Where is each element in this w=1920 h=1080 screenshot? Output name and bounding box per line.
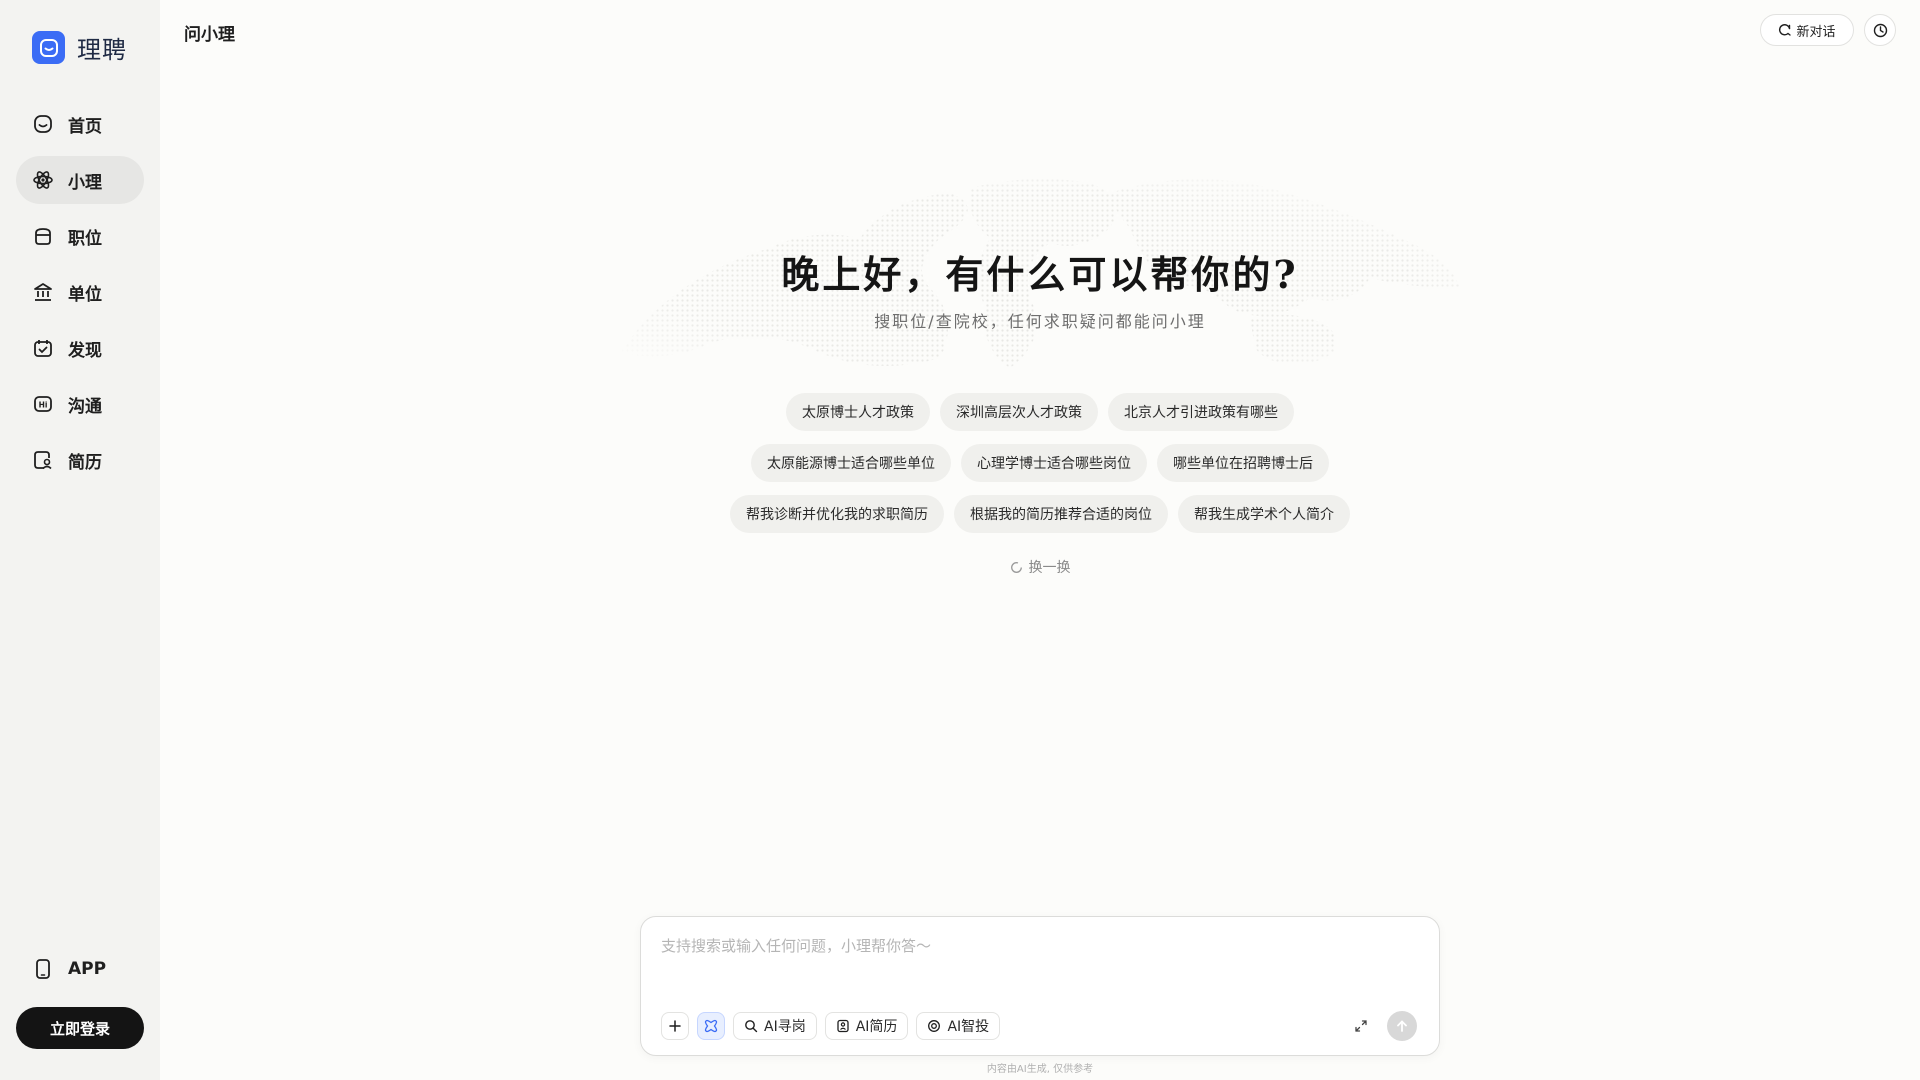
sidebar: 理聘 首页 小理 职位 单位 发现 Hi 沟通 简历 APP 立即登录 (0, 0, 160, 1080)
chat-input[interactable] (661, 935, 1421, 995)
suggestion-chip[interactable]: 根据我的简历推荐合适的岗位 (954, 495, 1168, 533)
target-icon (928, 1020, 941, 1032)
search-icon (745, 1020, 758, 1033)
skills-icon (704, 1019, 718, 1033)
resume-icon (837, 1019, 849, 1033)
greeting-heading: 晚上好，有什么可以帮你的? (781, 252, 1299, 297)
new-chat-icon (1779, 24, 1792, 36)
suggestion-row: 太原能源博士适合哪些单位 心理学博士适合哪些岗位 哪些单位在招聘博士后 (160, 444, 1920, 482)
ai-disclaimer: 内容由AI生成, 仅供参考 (986, 1064, 1094, 1075)
arrow-up-icon (1397, 1020, 1407, 1032)
login-button[interactable]: 立即登录 (16, 1007, 144, 1049)
suggestion-row: 帮我诊断并优化我的求职简历 根据我的简历推荐合适的岗位 帮我生成学术个人简介 (160, 495, 1920, 533)
expand-icon[interactable] (1353, 1018, 1369, 1034)
greeting-subtitle: 搜职位/查院校，任何求职疑问都能问小理 (874, 312, 1206, 331)
tool-label: AI简历 (855, 1019, 898, 1035)
suggestion-row: 太原博士人才政策 深圳高层次人才政策 北京人才引进政策有哪些 (160, 393, 1920, 431)
sidebar-item-app[interactable]: APP (16, 945, 144, 993)
history-button[interactable] (1864, 14, 1896, 46)
suggestion-chip[interactable]: 心理学博士适合哪些岗位 (961, 444, 1147, 482)
brand-name: 理聘 (77, 36, 127, 64)
suggestion-chip[interactable]: 北京人才引进政策有哪些 (1108, 393, 1294, 431)
chat-composer: AI寻岗 AI简历 AI智投 (640, 916, 1440, 1056)
sidebar-item-resume[interactable]: 简历 (16, 436, 144, 484)
refresh-suggestions-button[interactable]: 换一换 (0, 557, 1920, 577)
ai-resume-button[interactable]: AI简历 (824, 1012, 909, 1040)
suggestion-chip[interactable]: 帮我生成学术个人简介 (1178, 495, 1350, 533)
suggestion-chip[interactable]: 哪些单位在招聘博士后 (1157, 444, 1329, 482)
send-button[interactable] (1387, 1011, 1417, 1041)
plus-icon (669, 1020, 681, 1032)
new-chat-button[interactable]: 新对话 (1760, 14, 1854, 46)
calendar-check-icon (32, 337, 54, 359)
tool-label: AI智投 (947, 1019, 990, 1035)
phone-icon (32, 958, 54, 980)
suggestion-chips: 太原博士人才政策 深圳高层次人才政策 北京人才引进政策有哪些 太原能源博士适合哪… (160, 393, 1920, 546)
attach-button[interactable] (661, 1012, 689, 1040)
clock-icon (1873, 23, 1887, 37)
sidebar-item-label: 简历 (68, 452, 102, 473)
sidebar-item-label: 小理 (68, 172, 102, 193)
ai-job-search-button[interactable]: AI寻岗 (733, 1012, 817, 1040)
refresh-icon (1010, 561, 1022, 573)
suggestion-chip[interactable]: 帮我诊断并优化我的求职简历 (730, 495, 944, 533)
composer-toolbar: AI寻岗 AI简历 AI智投 (661, 1012, 1001, 1040)
suggestion-chip[interactable]: 太原博士人才政策 (786, 393, 930, 431)
resume-user-icon (32, 449, 54, 471)
refresh-label: 换一换 (1028, 560, 1071, 576)
sidebar-item-label: 首页 (68, 116, 102, 137)
sidebar-item-label: 沟通 (68, 396, 102, 417)
app-label: APP (68, 959, 107, 979)
sidebar-item-xiaoli[interactable]: 小理 (16, 156, 144, 204)
suggestion-chip[interactable]: 太原能源博士适合哪些单位 (751, 444, 951, 482)
new-chat-label: 新对话 (1796, 24, 1836, 40)
sidebar-item-label: 发现 (68, 340, 102, 361)
hi-chat-icon: Hi (32, 393, 54, 415)
svg-text:Hi: Hi (39, 401, 48, 410)
brand-logo[interactable]: 理聘 (32, 30, 127, 65)
tool-label: AI寻岗 (764, 1019, 806, 1035)
sidebar-item-home[interactable]: 首页 (16, 100, 144, 148)
suggestion-chip[interactable]: 深圳高层次人才政策 (940, 393, 1098, 431)
home-icon (32, 113, 54, 135)
ai-smart-apply-button[interactable]: AI智投 (916, 1012, 1001, 1040)
atom-icon (32, 169, 54, 191)
brand-logo-icon (32, 31, 65, 64)
skills-button[interactable] (697, 1012, 725, 1040)
sidebar-item-chat[interactable]: Hi 沟通 (16, 380, 144, 428)
page-title: 问小理 (184, 25, 235, 45)
